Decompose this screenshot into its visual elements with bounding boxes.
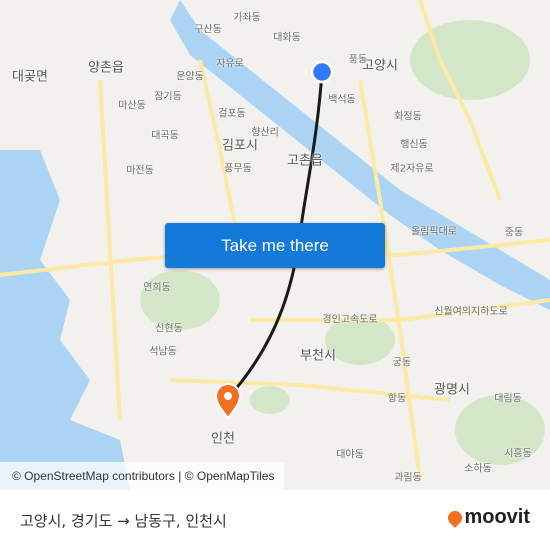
map-label: 운양동: [176, 71, 204, 83]
map-label: 가좌동: [233, 12, 261, 24]
map-label: 소하동: [464, 463, 492, 475]
map-label: 대림동: [494, 393, 522, 405]
road: [98, 79, 122, 421]
map-label: 광명시: [434, 382, 470, 398]
map-label: 걸포동: [218, 108, 246, 120]
map-label: 제2자유로: [390, 163, 434, 175]
map-label: 연희동: [143, 282, 171, 294]
map-label: 백석동: [328, 94, 356, 106]
map-label: 마산동: [118, 100, 146, 112]
map-attribution[interactable]: © OpenStreetMap contributors | © OpenMap…: [0, 462, 285, 490]
map-label: 고촌읍: [287, 153, 323, 169]
moovit-pin-icon: [445, 507, 466, 528]
map-label: 부천시: [300, 348, 336, 364]
map-label: 화정동: [394, 111, 422, 123]
arrow-right-icon: →: [117, 512, 130, 530]
map-label: 행신동: [400, 139, 428, 151]
footer: 고양시, 경기도 → 남동구, 인천시 moovit: [0, 490, 550, 550]
map-label: 시흥동: [504, 448, 532, 460]
map-label: 풍무동: [224, 163, 252, 175]
moovit-logo: moovit: [445, 506, 530, 529]
map-label: 대화동: [273, 32, 301, 44]
origin-dot-icon: [310, 60, 334, 84]
map-label: 고양시: [362, 58, 398, 74]
map-label: 경인고속도로: [322, 314, 378, 326]
map[interactable]: 대곶면 양촌읍 김포시 고촌읍 고양시 부천시 광명시 인천 가좌동 구산동 대화동 풍동 백석동 운양동…: [0, 0, 550, 490]
map-label: 향산리: [251, 127, 279, 139]
park: [250, 386, 290, 414]
map-label: 인천: [211, 431, 235, 447]
map-label: 장기동: [154, 91, 182, 103]
map-label: 과림동: [394, 472, 422, 484]
map-label: 풍동: [348, 54, 368, 66]
route-summary: 고양시, 경기도 → 남동구, 인천시: [20, 510, 227, 531]
map-label: 궁동: [392, 357, 412, 369]
destination-pin-icon: [214, 383, 242, 420]
map-label: 항동: [387, 393, 407, 405]
map-label: 대야동: [336, 449, 364, 461]
map-label: 신월여의지하도로: [434, 306, 508, 318]
sea: [0, 150, 130, 490]
park: [410, 20, 530, 100]
destination-name: 남동구, 인천시: [134, 512, 227, 530]
map-label: 석남동: [149, 346, 177, 358]
map-label: 신현동: [155, 323, 183, 335]
take-me-there-button[interactable]: Take me there: [165, 223, 385, 268]
map-label: 중동: [504, 227, 524, 239]
map-label: 대곶면: [12, 69, 48, 85]
moovit-wordmark: moovit: [464, 506, 530, 528]
map-label: 자유로: [216, 58, 244, 70]
origin-name: 고양시, 경기도: [20, 512, 113, 530]
map-label: 양촌읍: [88, 60, 124, 76]
map-label: 마전동: [126, 165, 154, 177]
map-label: 구산동: [194, 24, 222, 36]
map-label: 대곡동: [151, 130, 179, 142]
map-label: 올림픽대로: [411, 226, 457, 238]
